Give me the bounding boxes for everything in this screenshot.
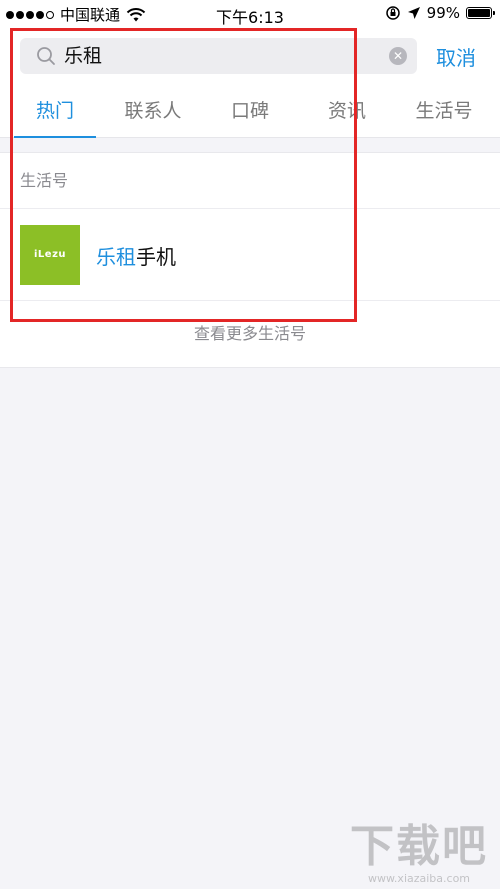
location-arrow-icon <box>407 7 420 19</box>
result-name: 乐租手机 <box>96 241 176 270</box>
search-row: 乐租 ✕ 取消 <box>0 28 500 84</box>
battery-percent: 99% <box>426 4 460 22</box>
result-name-rest: 手机 <box>136 245 176 269</box>
watermark-url: www.xiazaiba.com <box>367 872 471 885</box>
cancel-button[interactable]: 取消 <box>436 42 476 71</box>
tab-contacts[interactable]: 联系人 <box>103 84 203 138</box>
more-life-accounts-link[interactable]: 查看更多生活号 <box>0 301 500 367</box>
battery-icon <box>466 7 495 19</box>
app-logo: iLezu <box>20 225 80 285</box>
search-icon <box>37 47 55 65</box>
battery-fill <box>468 9 490 17</box>
status-right: 99% <box>385 4 495 22</box>
tab-bar: 热门 联系人 口碑 资讯 生活号 <box>0 84 500 138</box>
rotation-lock-icon <box>385 6 400 20</box>
section-header: 生活号 <box>0 153 500 209</box>
status-bar: 中国联通 下午6:13 99% <box>0 0 500 28</box>
results-section: 生活号 iLezu 乐租手机 查看更多生活号 <box>0 152 500 368</box>
watermark: 下载吧 www.xiazaiba.com <box>350 810 488 885</box>
watermark-logo: 下载吧 <box>350 821 488 872</box>
top-area: 中国联通 下午6:13 99% 乐租 ✕ 取消 热门 联系人 口碑 资讯 生活号 <box>0 0 500 138</box>
tab-underline <box>14 136 96 138</box>
result-name-highlight: 乐租 <box>96 245 136 269</box>
result-row[interactable]: iLezu 乐租手机 <box>0 209 500 301</box>
tab-life-accounts[interactable]: 生活号 <box>394 84 494 138</box>
search-box[interactable]: 乐租 ✕ <box>20 38 417 74</box>
search-input[interactable]: 乐租 <box>64 38 384 74</box>
tab-news[interactable]: 资讯 <box>297 84 397 138</box>
clear-icon[interactable]: ✕ <box>389 47 407 65</box>
tab-reviews[interactable]: 口碑 <box>200 84 300 138</box>
tab-hot[interactable]: 热门 <box>5 84 105 138</box>
